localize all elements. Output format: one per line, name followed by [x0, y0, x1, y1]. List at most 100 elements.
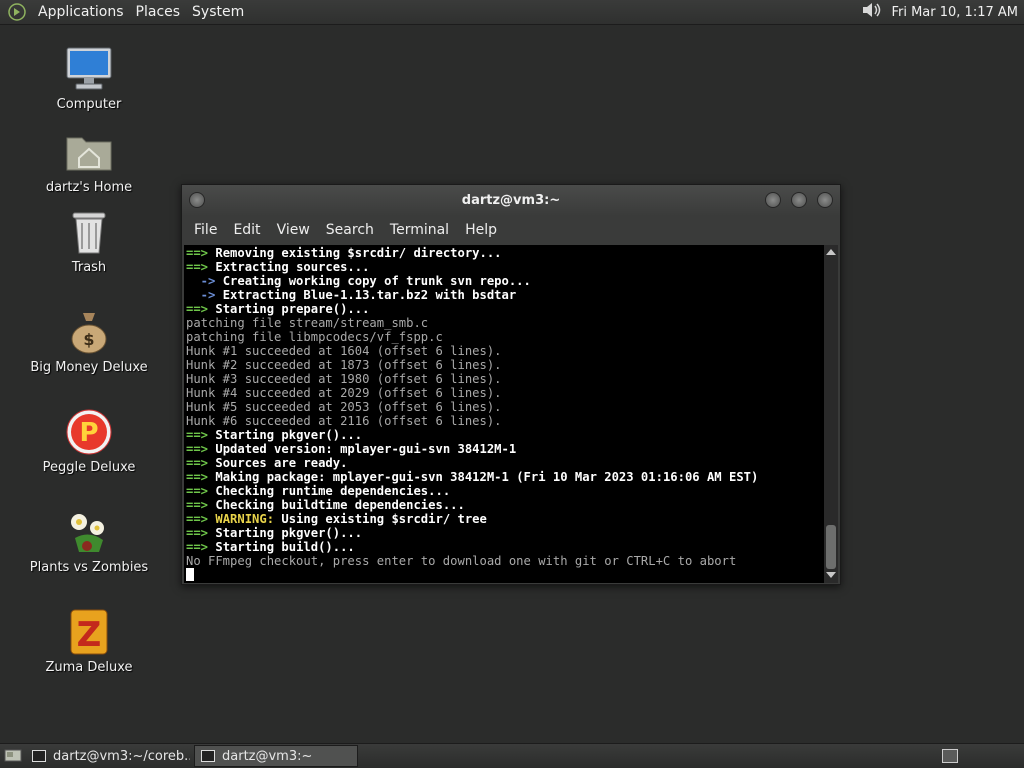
computer-icon: [64, 45, 114, 93]
places-menu[interactable]: Places: [130, 4, 187, 20]
terminal-icon: [201, 750, 215, 762]
view-menu[interactable]: View: [269, 222, 318, 238]
line-prefix: ==>: [186, 470, 216, 484]
scroll-down-icon[interactable]: [826, 572, 836, 578]
desktop-icon-home[interactable]: dartz's Home: [24, 128, 154, 195]
line-text: Starting build()...: [215, 540, 355, 554]
terminal-line: patching file stream/stream_smb.c: [186, 316, 824, 330]
window-titlebar[interactable]: dartz@vm3:~: [182, 185, 840, 216]
terminal-line: Hunk #6 succeeded at 2116 (offset 6 line…: [186, 414, 824, 428]
line-text: Extracting Blue-1.13.tar.bz2 with bsdtar: [222, 288, 517, 302]
line-text: patching file libmpcodecs/vf_fspp.c: [186, 330, 443, 344]
terminal-menubar: File Edit View Search Terminal Help: [182, 216, 840, 243]
terminal-prompt-line: [186, 568, 824, 582]
terminal-line: ==> WARNING: Using existing $srcdir/ tre…: [186, 512, 824, 526]
svg-text:Z: Z: [77, 615, 102, 655]
terminal-line: -> Creating working copy of trunk svn re…: [186, 274, 824, 288]
terminal-window[interactable]: dartz@vm3:~ File Edit View Search Termin…: [181, 184, 841, 585]
line-text: Sources are ready.: [215, 456, 348, 470]
line-text: Using existing $srcdir/ tree: [274, 512, 487, 526]
terminal-line: ==> Removing existing $srcdir/ directory…: [186, 246, 824, 260]
gnome-foot-icon[interactable]: [7, 2, 27, 22]
line-prefix: ==>: [186, 540, 216, 554]
line-text: Checking runtime dependencies...: [215, 484, 451, 498]
taskbar-item-home[interactable]: dartz@vm3:~: [194, 745, 358, 767]
text-cursor: [186, 568, 194, 581]
scroll-up-icon[interactable]: [826, 249, 836, 255]
line-text: Extracting sources...: [215, 260, 370, 274]
desktop-icon-label: Zuma Deluxe: [45, 660, 133, 675]
workspace-switcher[interactable]: [942, 749, 958, 763]
terminal-icon: [32, 750, 46, 762]
desktop-icon-label: dartz's Home: [45, 180, 133, 195]
terminal-line: ==> Making package: mplayer-gui-svn 3841…: [186, 470, 824, 484]
line-prefix: ==>: [186, 442, 216, 456]
taskbar-item-label: dartz@vm3:~/coreb...: [53, 748, 190, 764]
desktop-icon-peggle[interactable]: P Peggle Deluxe: [24, 408, 154, 475]
line-text: Hunk #6 succeeded at 2116 (offset 6 line…: [186, 414, 502, 428]
desktop-icon-zuma[interactable]: Z Zuma Deluxe: [24, 608, 154, 675]
line-prefix: ==>: [186, 512, 216, 526]
terminal-line: No FFmpeg checkout, press enter to downl…: [186, 554, 824, 568]
svg-text:$: $: [83, 330, 94, 349]
desktop-icon-trash[interactable]: Trash: [24, 208, 154, 275]
terminal-line: ==> Starting pkgver()...: [186, 428, 824, 442]
clock[interactable]: Fri Mar 10, 1:17 AM: [891, 5, 1018, 20]
terminal-menu[interactable]: Terminal: [382, 222, 457, 238]
window-title: dartz@vm3:~: [461, 193, 561, 208]
terminal-line: Hunk #1 succeeded at 1604 (offset 6 line…: [186, 344, 824, 358]
help-menu[interactable]: Help: [457, 222, 505, 238]
line-prefix: ==>: [186, 498, 216, 512]
line-prefix: ==>: [186, 428, 216, 442]
line-text: Creating working copy of trunk svn repo.…: [222, 274, 531, 288]
search-menu[interactable]: Search: [318, 222, 382, 238]
taskbar-item-label: dartz@vm3:~: [222, 748, 313, 764]
top-panel: Applications Places System Fri Mar 10, 1…: [0, 0, 1024, 25]
minimize-button[interactable]: [765, 192, 781, 208]
terminal-line: ==> Checking buildtime dependencies...: [186, 498, 824, 512]
desktop-icon-label: Trash: [71, 260, 107, 275]
line-prefix: ==>: [186, 456, 216, 470]
trash-icon: [64, 208, 114, 256]
edit-menu[interactable]: Edit: [225, 222, 268, 238]
terminal-line: Hunk #3 succeeded at 1980 (offset 6 line…: [186, 372, 824, 386]
terminal-line: -> Extracting Blue-1.13.tar.bz2 with bsd…: [186, 288, 824, 302]
terminal-output[interactable]: ==> Removing existing $srcdir/ directory…: [184, 245, 824, 583]
desktop-icon-label: Computer: [56, 97, 122, 112]
desktop-icon-computer[interactable]: Computer: [24, 45, 154, 112]
desktop-icon-plants-vs-zombies[interactable]: Plants vs Zombies: [24, 508, 154, 575]
line-text: Hunk #1 succeeded at 1604 (offset 6 line…: [186, 344, 502, 358]
terminal-line: ==> Starting build()...: [186, 540, 824, 554]
applications-menu[interactable]: Applications: [32, 4, 130, 20]
home-folder-icon: [64, 128, 114, 176]
line-prefix: ==>: [186, 260, 216, 274]
terminal-line: Hunk #4 succeeded at 2029 (offset 6 line…: [186, 386, 824, 400]
system-menu[interactable]: System: [186, 4, 250, 20]
terminal-line: ==> Extracting sources...: [186, 260, 824, 274]
desktop-icon-big-money[interactable]: $ Big Money Deluxe: [24, 308, 154, 375]
line-prefix: ->: [186, 274, 223, 288]
terminal-scrollbar[interactable]: [824, 245, 838, 583]
scroll-thumb[interactable]: [826, 525, 836, 569]
maximize-button[interactable]: [791, 192, 807, 208]
terminal-line: ==> Starting pkgver()...: [186, 526, 824, 540]
money-bag-icon: $: [64, 308, 114, 356]
terminal-line: Hunk #5 succeeded at 2053 (offset 6 line…: [186, 400, 824, 414]
plants-icon: [64, 508, 114, 556]
peggle-icon: P: [64, 408, 114, 456]
close-button[interactable]: [817, 192, 833, 208]
desktop-icon-label: Peggle Deluxe: [42, 460, 136, 475]
terminal-line: Hunk #2 succeeded at 1873 (offset 6 line…: [186, 358, 824, 372]
speaker-icon[interactable]: [861, 1, 883, 23]
line-text: Hunk #3 succeeded at 1980 (offset 6 line…: [186, 372, 502, 386]
warning-label: WARNING:: [215, 512, 275, 526]
taskbar-item-coreb[interactable]: dartz@vm3:~/coreb...: [26, 745, 190, 767]
desktop-icon-label: Big Money Deluxe: [30, 360, 148, 375]
terminal-line: ==> Sources are ready.: [186, 456, 824, 470]
line-prefix: ==>: [186, 484, 216, 498]
show-desktop-icon[interactable]: [4, 748, 22, 764]
bottom-panel: dartz@vm3:~/coreb... dartz@vm3:~: [0, 743, 1024, 768]
file-menu[interactable]: File: [186, 222, 225, 238]
line-prefix: ==>: [186, 302, 216, 316]
line-text: Making package: mplayer-gui-svn 38412M-1…: [215, 470, 759, 484]
